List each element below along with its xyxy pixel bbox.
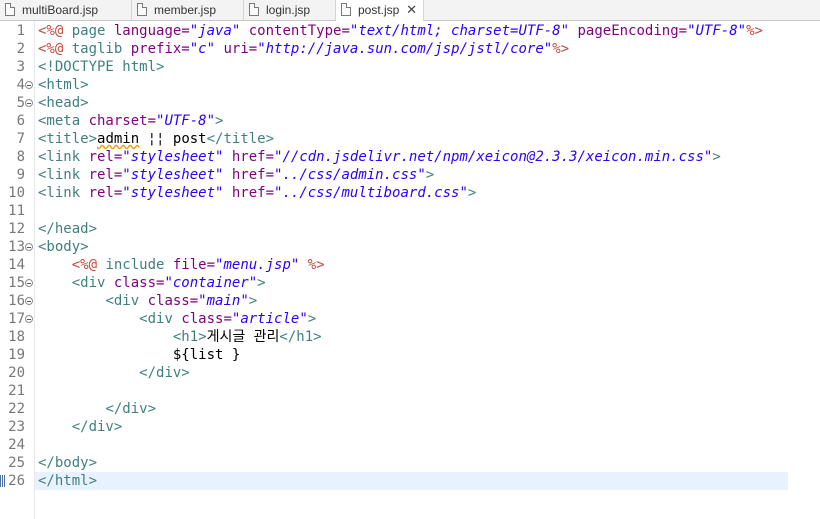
code-text: <h1>게시글 관리</h1>: [172, 329, 322, 345]
code-line-24: 24: [0, 436, 820, 454]
code-text: <link rel="stylesheet" href="//cdn.jsdel…: [38, 149, 721, 165]
code-text: <%@ taglib prefix="c" uri="http://java.s…: [38, 41, 570, 57]
fold-minus-icon[interactable]: [25, 99, 33, 107]
tab-login-jsp[interactable]: login.jsp: [244, 0, 336, 20]
line-number: 4: [16, 77, 25, 93]
fold-minus-icon[interactable]: [25, 315, 33, 323]
tab-label: multiBoard.jsp: [22, 3, 99, 17]
line-number: 3: [16, 59, 25, 75]
file-icon: [249, 3, 259, 16]
code-text: </div>: [105, 401, 157, 417]
code-text: </div>: [139, 365, 190, 381]
tab-label: post.jsp: [358, 3, 400, 17]
code-text: <link rel="stylesheet" href="../css/mult…: [38, 185, 477, 201]
code-line-13: 13 <body>: [0, 238, 820, 256]
line-number: 15: [8, 275, 25, 291]
close-icon[interactable]: ✕: [406, 0, 417, 20]
line-number: 18: [8, 329, 25, 345]
code-text: <title>admin ¦¦ post</title>: [38, 131, 275, 147]
code-line-10: 10 <link rel="stylesheet" href="../css/m…: [0, 184, 820, 202]
code-text: <!DOCTYPE html>: [38, 59, 165, 75]
code-line-15: 15 <div class="container">: [0, 274, 820, 292]
code-line-20: 20 </div>: [0, 364, 820, 382]
code-text: <link rel="stylesheet" href="../css/admi…: [38, 167, 435, 183]
code-line-17: 17 <div class="article">: [0, 310, 820, 328]
code-text: <%@ page language="java" contentType="te…: [38, 23, 763, 39]
code-text: </html>: [38, 473, 98, 489]
line-number: 9: [16, 167, 25, 183]
code-text: <meta charset="UTF-8">: [38, 113, 224, 129]
code-text: <div class="article">: [139, 311, 317, 327]
line-number: 25: [8, 455, 25, 471]
code-line-4: 4 <html>: [0, 76, 820, 94]
code-text: <head>: [38, 95, 89, 111]
file-icon: [137, 3, 147, 16]
code-line-9: 9 <link rel="stylesheet" href="../css/ad…: [0, 166, 820, 184]
code-line-1: 1 <%@ page language="java" contentType="…: [0, 22, 820, 40]
code-line-18: 18 <h1>게시글 관리</h1>: [0, 328, 820, 346]
tab-member-jsp[interactable]: member.jsp: [132, 0, 244, 20]
line-number: 22: [8, 401, 25, 417]
editor-tab-bar: multiBoard.jsp member.jsp login.jsp post…: [0, 0, 820, 21]
line-number: 7: [16, 131, 25, 147]
line-number: 21: [8, 383, 25, 399]
line-number: 14: [8, 257, 25, 273]
code-text: </div>: [71, 419, 123, 435]
code-line-8: 8 <link rel="stylesheet" href="//cdn.jsd…: [0, 148, 820, 166]
line-number: 11: [8, 203, 25, 219]
line-number: 6: [16, 113, 25, 129]
code-line-12: 12 </head>: [0, 220, 820, 238]
code-line-7: 7 <title>admin ¦¦ post</title>: [0, 130, 820, 148]
code-line-11: 11: [0, 202, 820, 220]
line-number: 1: [16, 23, 25, 39]
code-text: ${list }: [172, 347, 241, 363]
code-line-21: 21: [0, 382, 820, 400]
line-number: 20: [8, 365, 25, 381]
code-line-3: 3 <!DOCTYPE html>: [0, 58, 820, 76]
tab-post-jsp[interactable]: post.jsp ✕: [336, 0, 424, 21]
code-line-23: 23 </div>: [0, 418, 820, 436]
code-text: <body>: [38, 239, 89, 255]
fold-minus-icon[interactable]: [25, 81, 33, 89]
line-number: 26: [8, 473, 25, 489]
file-icon: [341, 3, 351, 16]
code-editor[interactable]: 1 <%@ page language="java" contentType="…: [0, 21, 820, 519]
line-number: 19: [8, 347, 25, 363]
tab-label: member.jsp: [154, 3, 217, 17]
fold-minus-icon[interactable]: [25, 297, 33, 305]
fold-minus-icon[interactable]: [25, 279, 33, 287]
code-text: </body>: [38, 455, 98, 471]
code-line-16: 16 <div class="main">: [0, 292, 820, 310]
file-icon: [5, 3, 15, 16]
code-line-22: 22 </div>: [0, 400, 820, 418]
code-line-25: 25 </body>: [0, 454, 820, 472]
code-text: <div class="main">: [105, 293, 258, 309]
line-number: 24: [8, 437, 25, 453]
fold-minus-icon[interactable]: [25, 243, 33, 251]
code-line-6: 6 <meta charset="UTF-8">: [0, 112, 820, 130]
code-line-14: 14 <%@ include file="menu.jsp" %>: [0, 256, 820, 274]
line-number: 13: [8, 239, 25, 255]
line-number: 12: [8, 221, 25, 237]
code-text: <%@ include file="menu.jsp" %>: [71, 257, 325, 273]
line-number: 10: [8, 185, 25, 201]
code-line-2: 2 <%@ taglib prefix="c" uri="http://java…: [0, 40, 820, 58]
code-line-5: 5 <head>: [0, 94, 820, 112]
line-number: 2: [16, 41, 25, 57]
line-number: 8: [16, 149, 25, 165]
line-number: 23: [8, 419, 25, 435]
line-number: 5: [16, 95, 25, 111]
line-number: 16: [8, 293, 25, 309]
code-text: <html>: [38, 77, 89, 93]
code-line-19: 19 ${list }: [0, 346, 820, 364]
tab-multiboard-jsp[interactable]: multiBoard.jsp: [0, 0, 132, 20]
code-line-26: 26 </html>: [0, 472, 820, 490]
tab-label: login.jsp: [266, 3, 311, 17]
code-text: <div class="container">: [71, 275, 266, 291]
code-text: </head>: [38, 221, 98, 237]
line-number: 17: [8, 311, 25, 327]
